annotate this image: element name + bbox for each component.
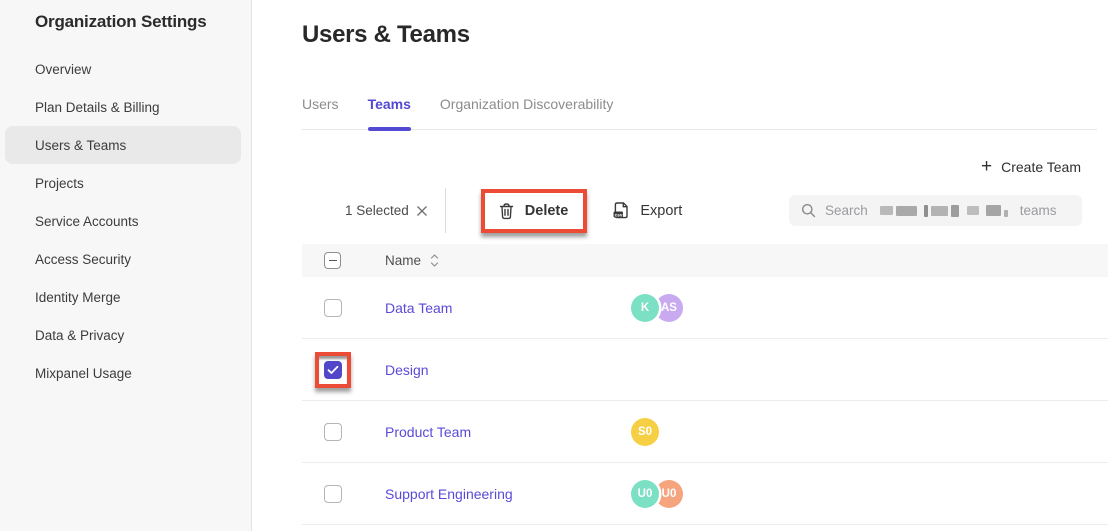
row-checkbox[interactable]: [324, 423, 342, 441]
tab-bar: Users Teams Organization Discoverability: [302, 96, 1097, 130]
page-title: Users & Teams: [302, 21, 1108, 49]
table-row: Support Engineering U0 U0: [302, 463, 1108, 525]
sidebar-item-access-security[interactable]: Access Security: [5, 240, 241, 278]
selected-count: 1 Selected: [345, 203, 409, 218]
main-content: Users & Teams Users Teams Organization D…: [252, 0, 1108, 531]
table-row: Product Team S0: [302, 401, 1108, 463]
search-placeholder-prefix: Search: [825, 203, 868, 218]
bulk-action-bar: 1 Selected Delete: [302, 188, 1108, 233]
sidebar-item-overview[interactable]: Overview: [5, 50, 241, 88]
organization-settings-page: Organization Settings Overview Plan Deta…: [0, 0, 1108, 531]
search-icon: [801, 203, 816, 218]
sidebar-item-users-teams[interactable]: Users & Teams: [5, 126, 241, 164]
tab-teams[interactable]: Teams: [368, 96, 411, 129]
export-button[interactable]: csv Export: [612, 201, 682, 220]
sidebar-item-service-accounts[interactable]: Service Accounts: [5, 202, 241, 240]
team-member-avatars: K AS: [631, 294, 683, 322]
team-member-avatars: U0 U0: [631, 480, 683, 508]
team-member-avatars: S0: [631, 418, 659, 446]
sidebar-nav: Overview Plan Details & Billing Users & …: [0, 50, 251, 392]
team-name-link[interactable]: Design: [385, 362, 429, 378]
table-row: Data Team K AS: [302, 277, 1108, 339]
avatar: U0: [631, 480, 659, 508]
create-team-label: Create Team: [1001, 159, 1081, 175]
sidebar-item-identity-merge[interactable]: Identity Merge: [5, 278, 241, 316]
table-row: Design: [302, 339, 1108, 401]
settings-sidebar: Organization Settings Overview Plan Deta…: [0, 0, 252, 531]
search-input[interactable]: Search teams: [789, 195, 1082, 226]
delete-label: Delete: [525, 203, 569, 219]
create-team-button[interactable]: + Create Team: [981, 159, 1081, 175]
checkbox-annotation-box: [315, 352, 351, 388]
team-name-link[interactable]: Support Engineering: [385, 486, 513, 502]
select-all-checkbox[interactable]: [324, 252, 341, 269]
team-name-link[interactable]: Data Team: [385, 300, 452, 316]
plus-icon: +: [981, 160, 992, 174]
search-placeholder-suffix: teams: [1020, 203, 1057, 218]
sidebar-item-data-privacy[interactable]: Data & Privacy: [5, 316, 241, 354]
delete-annotation-box: Delete: [481, 189, 588, 233]
tab-users[interactable]: Users: [302, 96, 339, 129]
column-header-name[interactable]: Name: [385, 253, 439, 268]
avatar: S0: [631, 418, 659, 446]
row-checkbox[interactable]: [324, 485, 342, 503]
sidebar-item-mixpanel-usage[interactable]: Mixpanel Usage: [5, 354, 241, 392]
sidebar-item-plan-details-billing[interactable]: Plan Details & Billing: [5, 88, 241, 126]
csv-file-icon: csv: [612, 201, 630, 220]
row-checkbox-checked[interactable]: [324, 361, 342, 379]
team-name-link[interactable]: Product Team: [385, 424, 471, 440]
export-label: Export: [640, 203, 682, 219]
teams-table: Name Data Team K AS: [302, 244, 1108, 525]
avatar: K: [631, 294, 659, 322]
sidebar-title: Organization Settings: [0, 12, 251, 32]
toolbar-top: + Create Team: [302, 159, 1108, 175]
clear-selection-icon[interactable]: [416, 205, 428, 217]
svg-text:csv: csv: [615, 213, 623, 218]
row-checkbox[interactable]: [324, 299, 342, 317]
avatar: AS: [655, 294, 683, 322]
trash-icon: [498, 202, 515, 220]
toolbar-divider: [445, 188, 446, 233]
delete-button[interactable]: Delete: [485, 193, 584, 229]
redacted-org-name: [880, 205, 1008, 217]
avatar: U0: [655, 480, 683, 508]
sidebar-item-projects[interactable]: Projects: [5, 164, 241, 202]
table-header-row: Name: [302, 244, 1108, 277]
tab-organization-discoverability[interactable]: Organization Discoverability: [440, 96, 614, 129]
sort-icon: [430, 254, 439, 267]
